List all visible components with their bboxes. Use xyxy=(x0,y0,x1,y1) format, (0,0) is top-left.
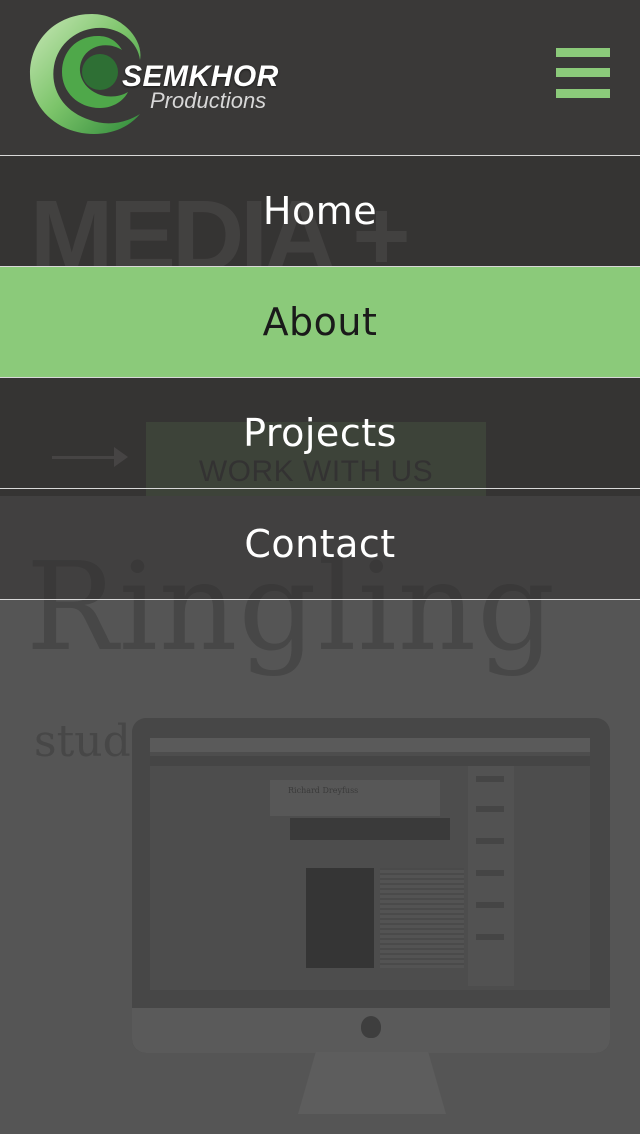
screen-sidebar-item xyxy=(476,934,504,940)
screen-nav-bar xyxy=(150,756,590,766)
hamburger-bar xyxy=(556,68,610,77)
apple-icon xyxy=(361,1016,381,1038)
screen-sidebar-item xyxy=(476,902,504,908)
menu-list: Home About Projects Contact xyxy=(0,155,640,600)
menu-link-about[interactable]: About xyxy=(0,267,640,377)
imac-mockup-image: Richard Dreyfuss xyxy=(132,718,610,1053)
imac-screen: Richard Dreyfuss xyxy=(150,738,590,990)
menu-item-projects: Projects xyxy=(0,378,640,489)
screen-sidebar xyxy=(468,766,514,986)
site-logo[interactable]: SEMKHOR Productions xyxy=(28,10,278,138)
site-header: SEMKHOR Productions xyxy=(0,0,640,155)
hamburger-bar xyxy=(556,48,610,57)
screen-dark-band xyxy=(290,818,450,840)
menu-link-contact[interactable]: Contact xyxy=(0,489,640,599)
menu-item-contact: Contact xyxy=(0,489,640,600)
menu-item-home: Home xyxy=(0,156,640,267)
screen-body-text xyxy=(380,868,464,968)
imac-stand xyxy=(298,1052,446,1114)
hamburger-icon[interactable] xyxy=(552,46,614,102)
logo-subtitle: Productions xyxy=(150,88,267,113)
screen-sidebar-item xyxy=(476,870,504,876)
menu-item-about: About xyxy=(0,267,640,378)
screen-sidebar-item xyxy=(476,776,504,782)
screen-portrait-photo xyxy=(306,868,374,968)
menu-link-home[interactable]: Home xyxy=(0,156,640,266)
screen-title: Richard Dreyfuss xyxy=(288,786,359,795)
hamburger-bar xyxy=(556,89,610,98)
screen-title-panel: Richard Dreyfuss xyxy=(270,780,440,816)
screen-browser-bar xyxy=(150,738,590,752)
screen-sidebar-item xyxy=(476,806,504,812)
screen-sidebar-item xyxy=(476,838,504,844)
menu-link-projects[interactable]: Projects xyxy=(0,378,640,488)
imac-chin xyxy=(132,1008,610,1053)
